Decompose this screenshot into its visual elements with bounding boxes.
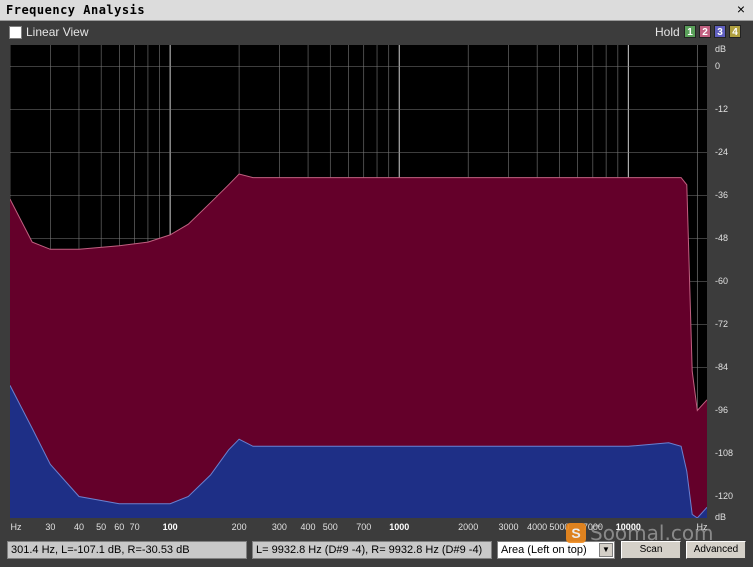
x-tick-label: 400 [300,522,316,532]
y-tick-label: -36 [715,189,729,200]
x-unit-label-left: Hz [10,522,22,532]
hold-button-4[interactable]: 4 [729,25,741,38]
x-tick-label: 700 [356,522,372,532]
y-tick-label: -48 [715,232,729,243]
linear-view-checkbox[interactable] [9,26,22,39]
x-tick-label: 60 [114,522,125,532]
spectrum-plot[interactable] [10,45,707,518]
frequency-analysis-window: Frequency Analysis × Linear View Hold 1 … [0,0,753,567]
window-title: Frequency Analysis [6,3,146,17]
spectrum-chart [10,45,707,518]
hold-label: Hold [655,25,680,39]
x-tick-label: 200 [231,522,247,532]
y-axis: dB 0 -12 -24 -36 -48 -60 -72 -84 -96 -108 -120 dB [707,44,753,522]
y-tick-label: -60 [715,275,729,286]
cursor-readout: 301.4 Hz, L=-107.1 dB, R=-30.53 dB [7,541,247,559]
x-tick-label: 2000 [458,522,479,532]
x-tick-label: 50 [96,522,107,532]
soomal-logo-icon: S [566,523,586,543]
x-tick-label: 30 [45,522,56,532]
y-tick-label: -120 [715,490,734,501]
x-tick-label: 40 [73,522,84,532]
x-tick-label: 500 [322,522,338,532]
y-tick-label: -24 [715,146,729,157]
linear-view-label: Linear View [26,25,89,39]
peak-readout: L= 9932.8 Hz (D#9 -4), R= 9932.8 Hz (D#9… [252,541,492,559]
y-tick-label: -72 [715,318,729,329]
hold-button-1[interactable]: 1 [684,25,696,38]
y-tick-label: -84 [715,361,729,372]
x-tick-label: 100 [162,522,178,532]
title-bar: Frequency Analysis × [0,0,753,21]
y-tick-label: 0 [715,60,721,71]
y-tick-label: -96 [715,404,729,415]
y-unit-label: dB [715,44,727,54]
x-tick-label: 70 [129,522,140,532]
y-tick-label: -108 [715,447,734,458]
x-tick-label: 1000 [389,522,410,532]
hold-button-2[interactable]: 2 [699,25,711,38]
close-icon[interactable]: × [733,2,749,17]
watermark-text: Soomal.com [590,521,714,545]
x-tick-label: 4000 [527,522,548,532]
hold-button-3[interactable]: 3 [714,25,726,38]
y-tick-label: -12 [715,103,729,114]
x-tick-label: 3000 [498,522,519,532]
watermark: S Soomal.com [566,519,753,547]
x-tick-label: 300 [271,522,287,532]
toolbar: Linear View Hold 1 2 3 4 [0,21,753,43]
